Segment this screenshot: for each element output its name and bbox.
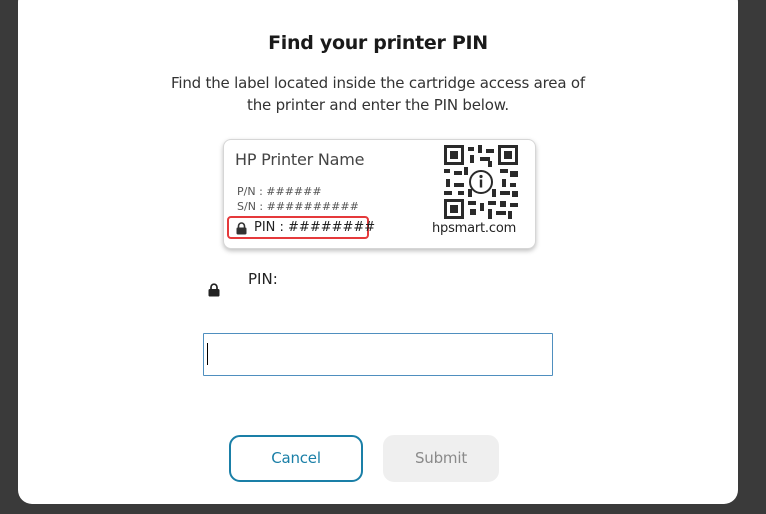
dialog-title: Find your printer PIN [268, 32, 488, 54]
label-url: hpsmart.com [432, 221, 517, 236]
label-printer-name: HP Printer Name [235, 150, 365, 169]
pin-field-label: PIN: [248, 270, 278, 288]
lock-icon [208, 283, 220, 297]
find-pin-dialog: Find your printer PIN Find the label loc… [18, 0, 738, 504]
qr-code-icon [444, 145, 518, 219]
label-serial-number: S/N : ########## [237, 200, 359, 213]
lock-icon [236, 222, 247, 235]
cancel-button[interactable]: Cancel [229, 435, 363, 482]
label-pin-text: PIN : ######## [254, 220, 376, 235]
dialog-description: Find the label located inside the cartri… [171, 74, 585, 114]
printer-label-illustration: HP Printer Name P/N : ###### S/N : #####… [223, 139, 536, 249]
text-caret [207, 343, 208, 365]
label-pin-highlight: PIN : ######## [227, 216, 375, 239]
label-part-number: P/N : ###### [237, 185, 322, 198]
pin-input[interactable] [203, 333, 553, 376]
submit-button[interactable]: Submit [383, 435, 499, 482]
